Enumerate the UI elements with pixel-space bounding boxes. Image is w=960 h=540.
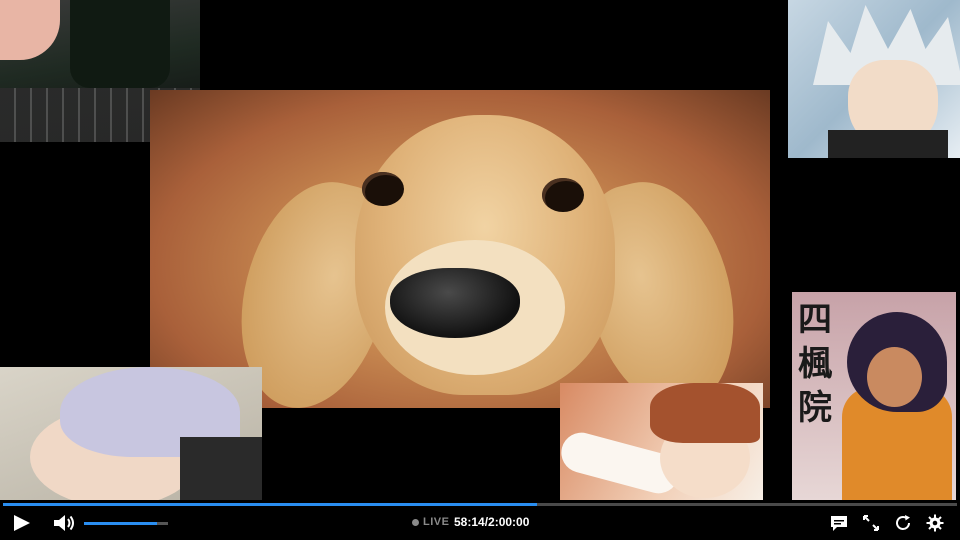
live-dot-icon bbox=[412, 518, 419, 526]
refresh-icon[interactable] bbox=[894, 514, 912, 532]
character-clothing bbox=[180, 437, 262, 500]
anime-character-silver-hair bbox=[0, 367, 262, 500]
character-face bbox=[867, 347, 922, 407]
volume-icon[interactable] bbox=[52, 514, 76, 532]
chat-icon[interactable] bbox=[830, 514, 848, 532]
kanji-calligraphy: 四 楓 院 bbox=[798, 300, 832, 428]
hand-shape bbox=[0, 0, 60, 60]
fullscreen-icon[interactable] bbox=[862, 514, 880, 532]
person-photo bbox=[560, 383, 763, 500]
dog-nose bbox=[390, 268, 520, 338]
dog-eye-right bbox=[542, 178, 584, 212]
play-icon[interactable] bbox=[14, 515, 30, 531]
dog-eye-left bbox=[362, 172, 404, 206]
character-collar bbox=[828, 130, 948, 158]
volume-slider-fill bbox=[84, 522, 158, 525]
time-display: 58:14/2:00:00 bbox=[454, 515, 530, 529]
shirt-shape bbox=[70, 0, 170, 88]
live-indicator[interactable]: LIVE bbox=[412, 516, 449, 528]
person-hair bbox=[650, 383, 760, 443]
anime-character-dark-hair: 四 楓 院 bbox=[792, 292, 956, 500]
anime-character-white-hair bbox=[788, 0, 960, 158]
player-controls: LIVE 58:14/2:00:00 bbox=[0, 506, 960, 540]
dog-image bbox=[150, 90, 770, 408]
gear-icon[interactable] bbox=[926, 514, 944, 532]
video-area[interactable]: 四 楓 院 bbox=[0, 0, 960, 500]
live-label: LIVE bbox=[423, 516, 450, 528]
volume-slider[interactable] bbox=[84, 522, 168, 525]
